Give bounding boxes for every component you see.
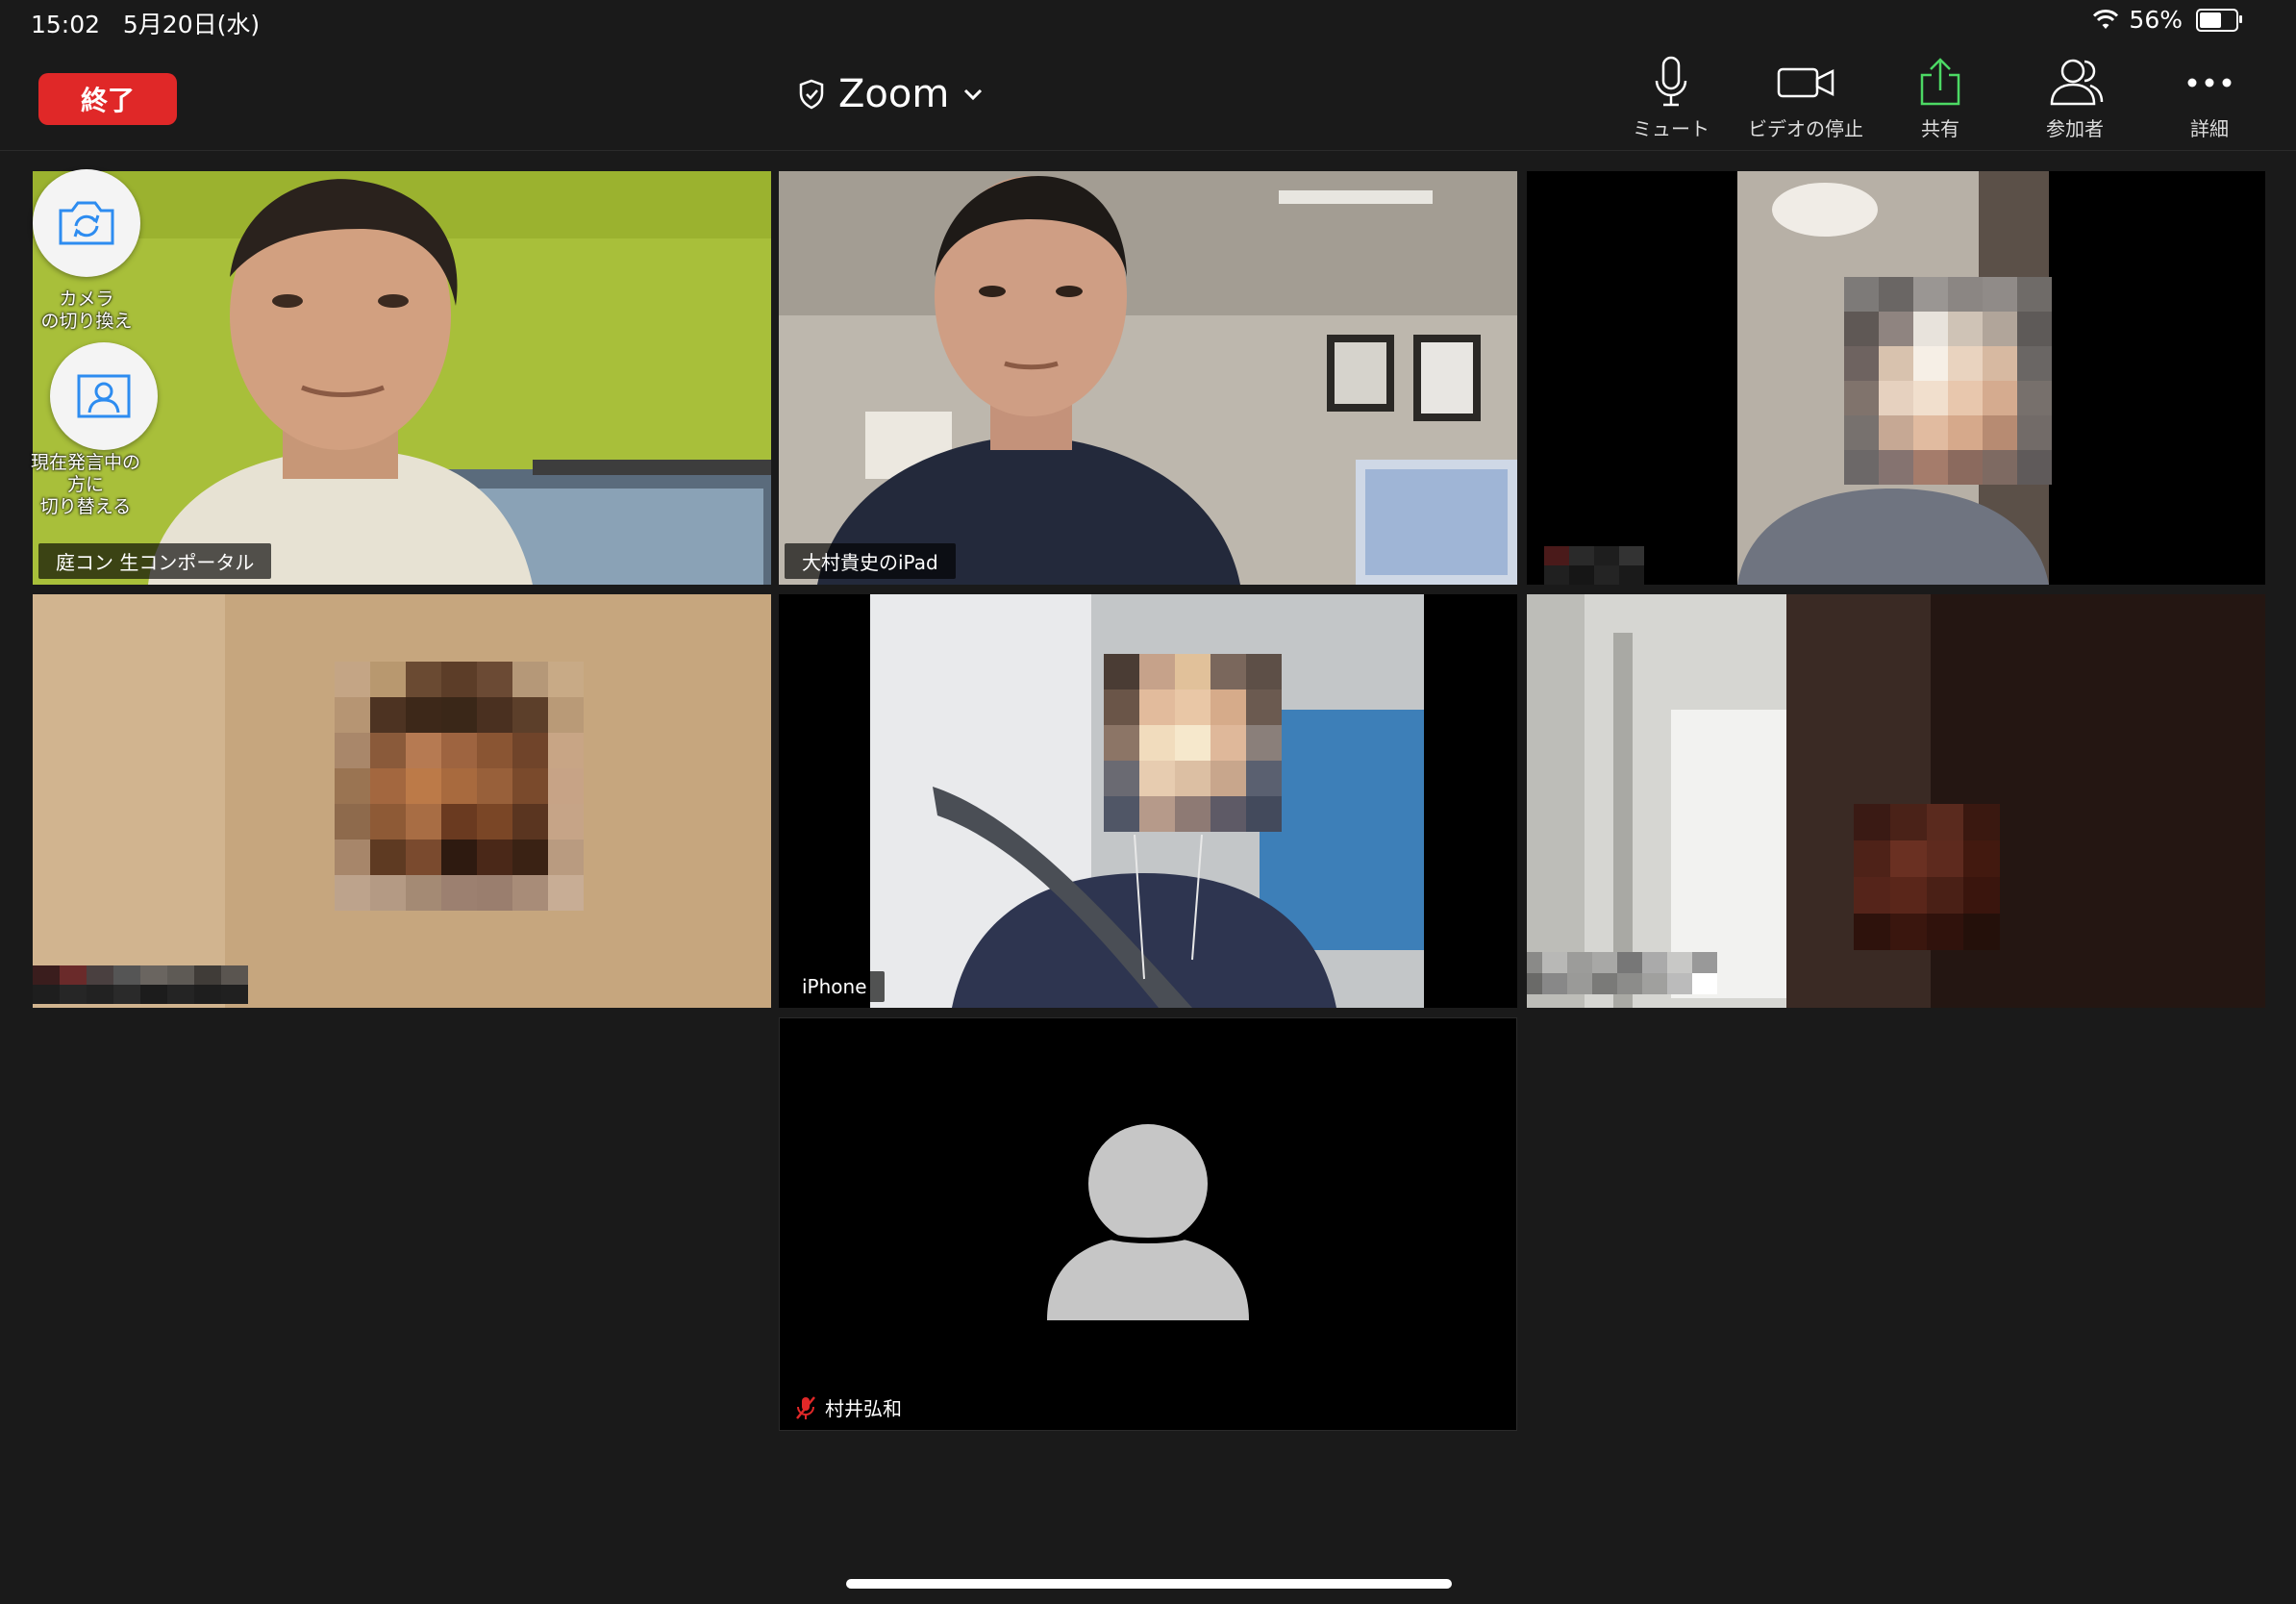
date-text: 5月20日(水) xyxy=(122,11,261,38)
pixelated-name-tag xyxy=(1527,952,1717,994)
status-right: 56% xyxy=(2092,6,2242,34)
more-dots-icon xyxy=(2187,78,2232,88)
meeting-toolbar: ミュート ビデオの停止 共有 参加者 詳細 xyxy=(1604,54,2277,141)
mute-button[interactable]: ミュート xyxy=(1604,54,1738,141)
video-tile-6[interactable] xyxy=(1527,594,2265,1008)
participant-name-tag: iPhone xyxy=(785,971,885,1002)
share-icon xyxy=(1920,58,1960,106)
video-tile-5[interactable]: iPhone xyxy=(779,594,1517,1008)
meeting-title-text: Zoom xyxy=(838,72,950,116)
battery-percent: 56% xyxy=(2129,6,2183,34)
active-speaker-icon xyxy=(77,374,131,418)
participants-button[interactable]: 参加者 xyxy=(2008,54,2142,141)
video-camera-icon xyxy=(1777,67,1834,98)
participant-video xyxy=(779,171,1517,585)
more-label: 詳細 xyxy=(2190,117,2229,140)
toolbar-divider xyxy=(0,150,2296,151)
end-meeting-button[interactable]: 終了 xyxy=(38,73,177,125)
pixelated-name-tag xyxy=(33,965,248,1004)
participant-name-tag: 庭コン 生コンポータル xyxy=(38,543,272,579)
more-button[interactable]: 詳細 xyxy=(2142,54,2277,141)
participant-name-tag: 大村貴史のiPad xyxy=(785,543,956,579)
video-tile-7[interactable]: 村井弘和 xyxy=(779,1017,1517,1431)
pixelated-name-tag xyxy=(1544,546,1644,585)
battery-icon xyxy=(2196,8,2242,32)
default-avatar-icon xyxy=(1047,1124,1249,1320)
chevron-down-icon xyxy=(964,88,983,101)
stop-video-button[interactable]: ビデオの停止 xyxy=(1738,54,1873,141)
pixelated-face xyxy=(1104,654,1282,832)
shield-icon xyxy=(799,79,824,110)
participants-label: 参加者 xyxy=(2046,117,2104,140)
avatar xyxy=(779,1017,1517,1431)
participants-icon xyxy=(2050,59,2104,106)
home-indicator[interactable] xyxy=(846,1579,1452,1589)
muted-microphone-icon xyxy=(796,1395,815,1419)
status-time: 15:02 5月20日(水) xyxy=(31,6,260,40)
switch-camera-button[interactable] xyxy=(33,169,140,277)
microphone-icon xyxy=(1655,56,1687,107)
participant-name-tag: 村井弘和 xyxy=(785,1390,911,1425)
participant-name-text: 村井弘和 xyxy=(825,1397,902,1420)
wifi-icon xyxy=(2093,9,2119,29)
time-text: 15:02 xyxy=(31,11,101,38)
pixelated-face xyxy=(335,662,584,911)
video-tile-4[interactable] xyxy=(33,594,771,1008)
switch-to-speaker-button[interactable] xyxy=(50,342,158,450)
switch-to-speaker-label: 現在発言中の 方に 切り替える xyxy=(30,452,140,517)
pixelated-face xyxy=(1844,277,2052,485)
video-tile-2[interactable]: 大村貴史のiPad xyxy=(779,171,1517,585)
stop-video-label: ビデオの停止 xyxy=(1748,117,1863,140)
share-label: 共有 xyxy=(1921,117,1959,140)
mute-label: ミュート xyxy=(1633,117,1710,140)
switch-camera-label: カメラ の切り換え xyxy=(40,288,133,332)
pixelated-face xyxy=(1854,804,2000,950)
share-button[interactable]: 共有 xyxy=(1873,54,2008,141)
meeting-title[interactable]: Zoom xyxy=(798,67,984,121)
camera-switch-icon xyxy=(59,201,114,245)
video-tile-3[interactable] xyxy=(1527,171,2265,585)
